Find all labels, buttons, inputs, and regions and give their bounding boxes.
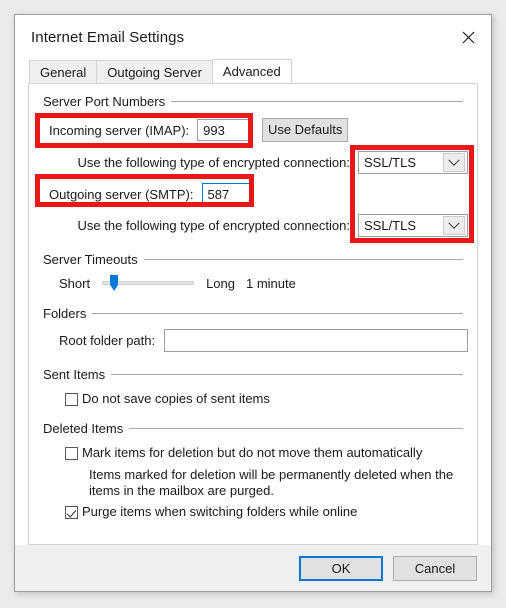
deletion-note-line-1: Items marked for deletion will be perman… <box>89 467 454 482</box>
incoming-encryption-label: Use the following type of encrypted conn… <box>77 155 350 170</box>
group-header-folders: Folders <box>29 304 477 322</box>
window-title: Internet Email Settings <box>31 28 185 46</box>
do-not-save-copies-label: Do not save copies of sent items <box>82 391 270 406</box>
outgoing-server-row: Outgoing server (SMTP): <box>29 183 477 205</box>
mark-items-for-deletion-checkbox[interactable] <box>65 447 78 460</box>
root-folder-row: Root folder path: <box>29 329 477 352</box>
group-divider <box>92 312 463 314</box>
outgoing-server-label: Outgoing server (SMTP): <box>49 186 194 202</box>
group-server-timeouts: Server Timeouts Short Long 1 minute <box>29 250 477 292</box>
deletion-note-line-2: items in the mailbox are purged. <box>89 483 274 498</box>
chevron-down-icon[interactable] <box>443 216 465 235</box>
group-header-deleted-items: Deleted Items <box>29 419 477 437</box>
dialog-footer: OK Cancel <box>15 545 491 591</box>
purge-items-checkbox[interactable] <box>65 506 78 519</box>
purge-items-row[interactable]: Purge items when switching folders while… <box>29 504 477 520</box>
group-title-server-port-numbers: Server Port Numbers <box>43 93 166 109</box>
internet-email-settings-dialog: Internet Email Settings General Outgoing… <box>14 14 492 592</box>
incoming-encryption-row: Use the following type of encrypted conn… <box>29 151 477 174</box>
server-timeout-row: Short Long 1 minute <box>29 274 477 292</box>
do-not-save-copies-row[interactable]: Do not save copies of sent items <box>29 391 477 407</box>
mark-items-for-deletion-row[interactable]: Mark items for deletion but do not move … <box>29 445 477 461</box>
ok-button[interactable]: OK <box>299 555 383 581</box>
group-divider <box>129 427 463 429</box>
do-not-save-copies-checkbox[interactable] <box>65 393 78 406</box>
group-title-server-timeouts: Server Timeouts <box>43 251 138 267</box>
chevron-down-icon[interactable] <box>443 153 465 172</box>
group-server-port-numbers: Server Port Numbers Incoming server (IMA… <box>29 92 477 237</box>
tab-general[interactable]: General <box>29 60 98 83</box>
group-title-deleted-items: Deleted Items <box>43 420 124 436</box>
slider-thumb[interactable] <box>110 275 119 291</box>
outgoing-encryption-row: Use the following type of encrypted conn… <box>29 214 477 237</box>
title-bar: Internet Email Settings <box>15 15 491 59</box>
advanced-tab-panel: Server Port Numbers Incoming server (IMA… <box>28 83 478 545</box>
group-header-server-timeouts: Server Timeouts <box>29 250 477 268</box>
root-folder-path-input[interactable] <box>164 329 468 352</box>
outgoing-encryption-select[interactable]: SSL/TLS <box>358 214 468 237</box>
use-defaults-button[interactable]: Use Defaults <box>262 118 349 142</box>
incoming-encryption-value: SSL/TLS <box>364 155 417 170</box>
group-header-sent-items: Sent Items <box>29 365 477 383</box>
outgoing-server-port-input[interactable] <box>201 183 254 205</box>
timeout-value-label: 1 minute <box>246 275 296 291</box>
group-divider <box>111 373 463 375</box>
tab-strip: General Outgoing Server Advanced <box>15 59 491 83</box>
server-timeout-slider[interactable] <box>102 274 195 292</box>
mark-items-for-deletion-label: Mark items for deletion but do not move … <box>82 445 423 460</box>
incoming-server-row: Incoming server (IMAP): Use Defaults <box>29 118 477 142</box>
group-sent-items: Sent Items Do not save copies of sent it… <box>29 365 477 407</box>
group-title-folders: Folders <box>43 305 87 321</box>
root-folder-path-label: Root folder path: <box>59 333 156 348</box>
incoming-server-port-input[interactable] <box>197 119 250 141</box>
purge-items-label: Purge items when switching folders while… <box>82 504 358 519</box>
timeout-long-label: Long <box>206 275 235 291</box>
close-icon[interactable] <box>445 15 491 59</box>
cancel-button[interactable]: Cancel <box>393 555 477 581</box>
incoming-encryption-select[interactable]: SSL/TLS <box>358 151 468 174</box>
timeout-short-label: Short <box>59 275 91 291</box>
group-divider <box>143 258 463 260</box>
group-title-sent-items: Sent Items <box>43 366 106 382</box>
outgoing-encryption-label: Use the following type of encrypted conn… <box>77 218 350 233</box>
tab-advanced[interactable]: Advanced <box>211 59 292 83</box>
incoming-server-label: Incoming server (IMAP): <box>49 122 190 138</box>
group-folders: Folders Root folder path: <box>29 304 477 352</box>
group-header-server-port-numbers: Server Port Numbers <box>29 92 477 110</box>
group-divider <box>171 100 463 102</box>
outgoing-encryption-value: SSL/TLS <box>364 218 417 233</box>
tab-outgoing-server[interactable]: Outgoing Server <box>96 60 213 83</box>
group-deleted-items: Deleted Items Mark items for deletion bu… <box>29 419 477 520</box>
